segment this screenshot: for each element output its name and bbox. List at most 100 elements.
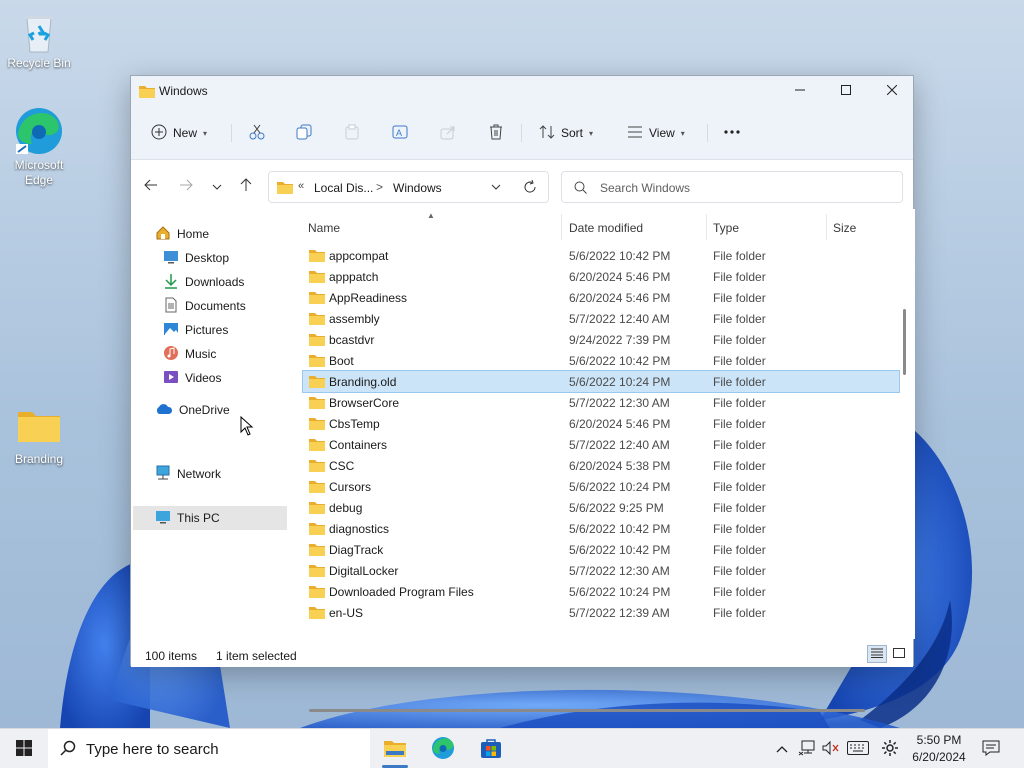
up-button[interactable]: [234, 174, 258, 198]
table-row[interactable]: debug 5/6/2022 9:25 PM File folder: [303, 497, 899, 518]
table-row[interactable]: Boot 5/6/2022 10:42 PM File folder: [303, 350, 899, 371]
copy-button[interactable]: [296, 121, 312, 145]
sidebar-item-label: Documents: [185, 299, 246, 313]
address-overflow[interactable]: «: [298, 180, 304, 192]
rename-button[interactable]: A: [392, 121, 408, 145]
breadcrumb-separator[interactable]: >: [376, 180, 383, 194]
horizontal-scrollbar[interactable]: [309, 709, 865, 712]
table-row[interactable]: CbsTemp 6/20/2024 5:46 PM File folder: [303, 413, 899, 434]
file-type: File folder: [713, 270, 766, 284]
table-row[interactable]: appcompat 5/6/2022 10:42 PM File folder: [303, 245, 899, 266]
column-header-size[interactable]: Size: [833, 221, 856, 241]
table-row[interactable]: bcastdvr 9/24/2022 7:39 PM File folder: [303, 329, 899, 350]
table-row[interactable]: DiagTrack 5/6/2022 10:42 PM File folder: [303, 539, 899, 560]
table-row[interactable]: Branding.old 5/6/2022 10:24 PM File folder: [302, 370, 900, 393]
svg-text:A: A: [396, 128, 402, 138]
column-divider[interactable]: [706, 214, 707, 240]
file-type: File folder: [713, 606, 766, 620]
forward-button[interactable]: [174, 174, 198, 198]
sidebar-item-documents[interactable]: Documents: [163, 294, 314, 318]
new-button[interactable]: New ▾: [151, 121, 207, 145]
search-box[interactable]: [561, 171, 903, 203]
sidebar-item-music[interactable]: Music: [163, 342, 216, 366]
folder-icon: [309, 269, 325, 286]
sidebar-item-downloads[interactable]: Downloads: [163, 270, 314, 294]
table-row[interactable]: AppReadiness 6/20/2024 5:46 PM File folder: [303, 287, 899, 308]
start-button[interactable]: [0, 729, 48, 768]
file-type: File folder: [713, 438, 766, 452]
search-icon: [60, 740, 76, 759]
gear-icon: [881, 739, 899, 760]
large-icons-view-button[interactable]: [889, 645, 909, 663]
table-row[interactable]: Cursors 5/6/2022 10:24 PM File folder: [303, 476, 899, 497]
sidebar-item-onedrive[interactable]: OneDrive: [155, 398, 230, 422]
taskbar-store[interactable]: [470, 729, 512, 768]
paste-button[interactable]: [344, 121, 360, 145]
volume-tray-button[interactable]: [820, 729, 842, 768]
table-row[interactable]: DigitalLocker 5/7/2022 12:30 AM File folde…: [303, 560, 899, 581]
folder-icon: [309, 437, 325, 454]
table-row[interactable]: apppatch 6/20/2024 5:46 PM File folder: [303, 266, 899, 287]
more-options-button[interactable]: [723, 121, 741, 145]
table-row[interactable]: en-US 5/7/2022 12:39 AM File folder: [303, 602, 899, 623]
recent-locations-button[interactable]: [205, 174, 229, 198]
table-row[interactable]: assembly 5/7/2022 12:40 AM File folder: [303, 308, 899, 329]
maximize-button[interactable]: [823, 76, 869, 106]
cut-button[interactable]: [249, 121, 265, 145]
delete-button[interactable]: [488, 121, 504, 145]
taskbar-edge[interactable]: [422, 729, 464, 768]
address-bar[interactable]: « Local Dis... > Windows: [268, 171, 549, 203]
vertical-scrollbar[interactable]: [903, 309, 906, 375]
details-view-button[interactable]: [867, 645, 887, 663]
sort-button[interactable]: Sort ▾: [539, 121, 593, 145]
file-type: File folder: [713, 396, 766, 410]
breadcrumb-local-disk[interactable]: Local Dis...: [314, 181, 373, 195]
taskbar-search[interactable]: Type here to search: [48, 729, 370, 768]
divider: [707, 124, 708, 142]
sidebar-item-desktop[interactable]: Desktop: [163, 246, 314, 270]
view-button[interactable]: View ▾: [627, 121, 685, 145]
edge-icon: [431, 736, 455, 763]
sidebar-item-label: Downloads: [185, 275, 245, 289]
taskbar-file-explorer[interactable]: [374, 729, 416, 768]
show-hidden-icons-button[interactable]: [772, 729, 792, 768]
taskbar-clock[interactable]: 5:50 PM 6/20/2024: [900, 732, 978, 766]
search-input[interactable]: [600, 179, 890, 197]
column-header-date-modified[interactable]: Date modified: [569, 221, 643, 241]
sidebar-item-label: Pictures: [185, 323, 229, 337]
column-header-name[interactable]: Name: [308, 221, 340, 241]
table-row[interactable]: Containers 5/7/2022 12:40 AM File folder: [303, 434, 899, 455]
desktop-icon-edge[interactable]: Microsoft Edge: [1, 106, 77, 188]
table-row[interactable]: BrowserCore 5/7/2022 12:30 AM File folder: [303, 392, 899, 413]
table-row[interactable]: CSC 6/20/2024 5:38 PM File folder: [303, 455, 899, 476]
sidebar-item-this-pc[interactable]: This PC: [133, 506, 287, 530]
network-tray-button[interactable]: [796, 729, 818, 768]
column-divider[interactable]: [561, 214, 562, 240]
close-button[interactable]: [869, 76, 915, 106]
folder-icon: [277, 180, 293, 197]
desktop-icon-recycle-bin[interactable]: Recycle Bin: [1, 10, 77, 71]
notifications-button[interactable]: [978, 729, 1004, 768]
title-bar[interactable]: Windows: [131, 76, 913, 106]
minimize-button[interactable]: [777, 76, 823, 106]
file-name: appcompat: [329, 249, 389, 263]
breadcrumb-windows[interactable]: Windows: [393, 181, 442, 195]
sidebar-item-network[interactable]: Network: [155, 462, 221, 486]
cut-icon: [249, 124, 265, 143]
table-row[interactable]: diagnostics 5/6/2022 10:42 PM File folder: [303, 518, 899, 539]
sidebar-item-home[interactable]: Home: [155, 222, 209, 246]
share-button[interactable]: [440, 121, 456, 145]
sidebar-item-pictures[interactable]: Pictures: [163, 318, 314, 342]
onedrive-icon: [155, 403, 173, 418]
touch-keyboard-button[interactable]: [846, 729, 870, 768]
back-button[interactable]: [139, 174, 163, 198]
refresh-icon[interactable]: [523, 179, 537, 197]
sidebar-item-videos[interactable]: Videos: [163, 366, 221, 390]
chevron-down-icon[interactable]: [491, 181, 501, 195]
settings-tray-button[interactable]: [878, 729, 902, 768]
column-header-type[interactable]: Type: [713, 221, 739, 241]
column-divider[interactable]: [826, 214, 827, 240]
table-row[interactable]: Downloaded Program Files 5/6/2022 10:24 P…: [303, 581, 899, 602]
desktop-icon-branding[interactable]: Branding: [1, 406, 77, 467]
file-name: CbsTemp: [329, 417, 380, 431]
